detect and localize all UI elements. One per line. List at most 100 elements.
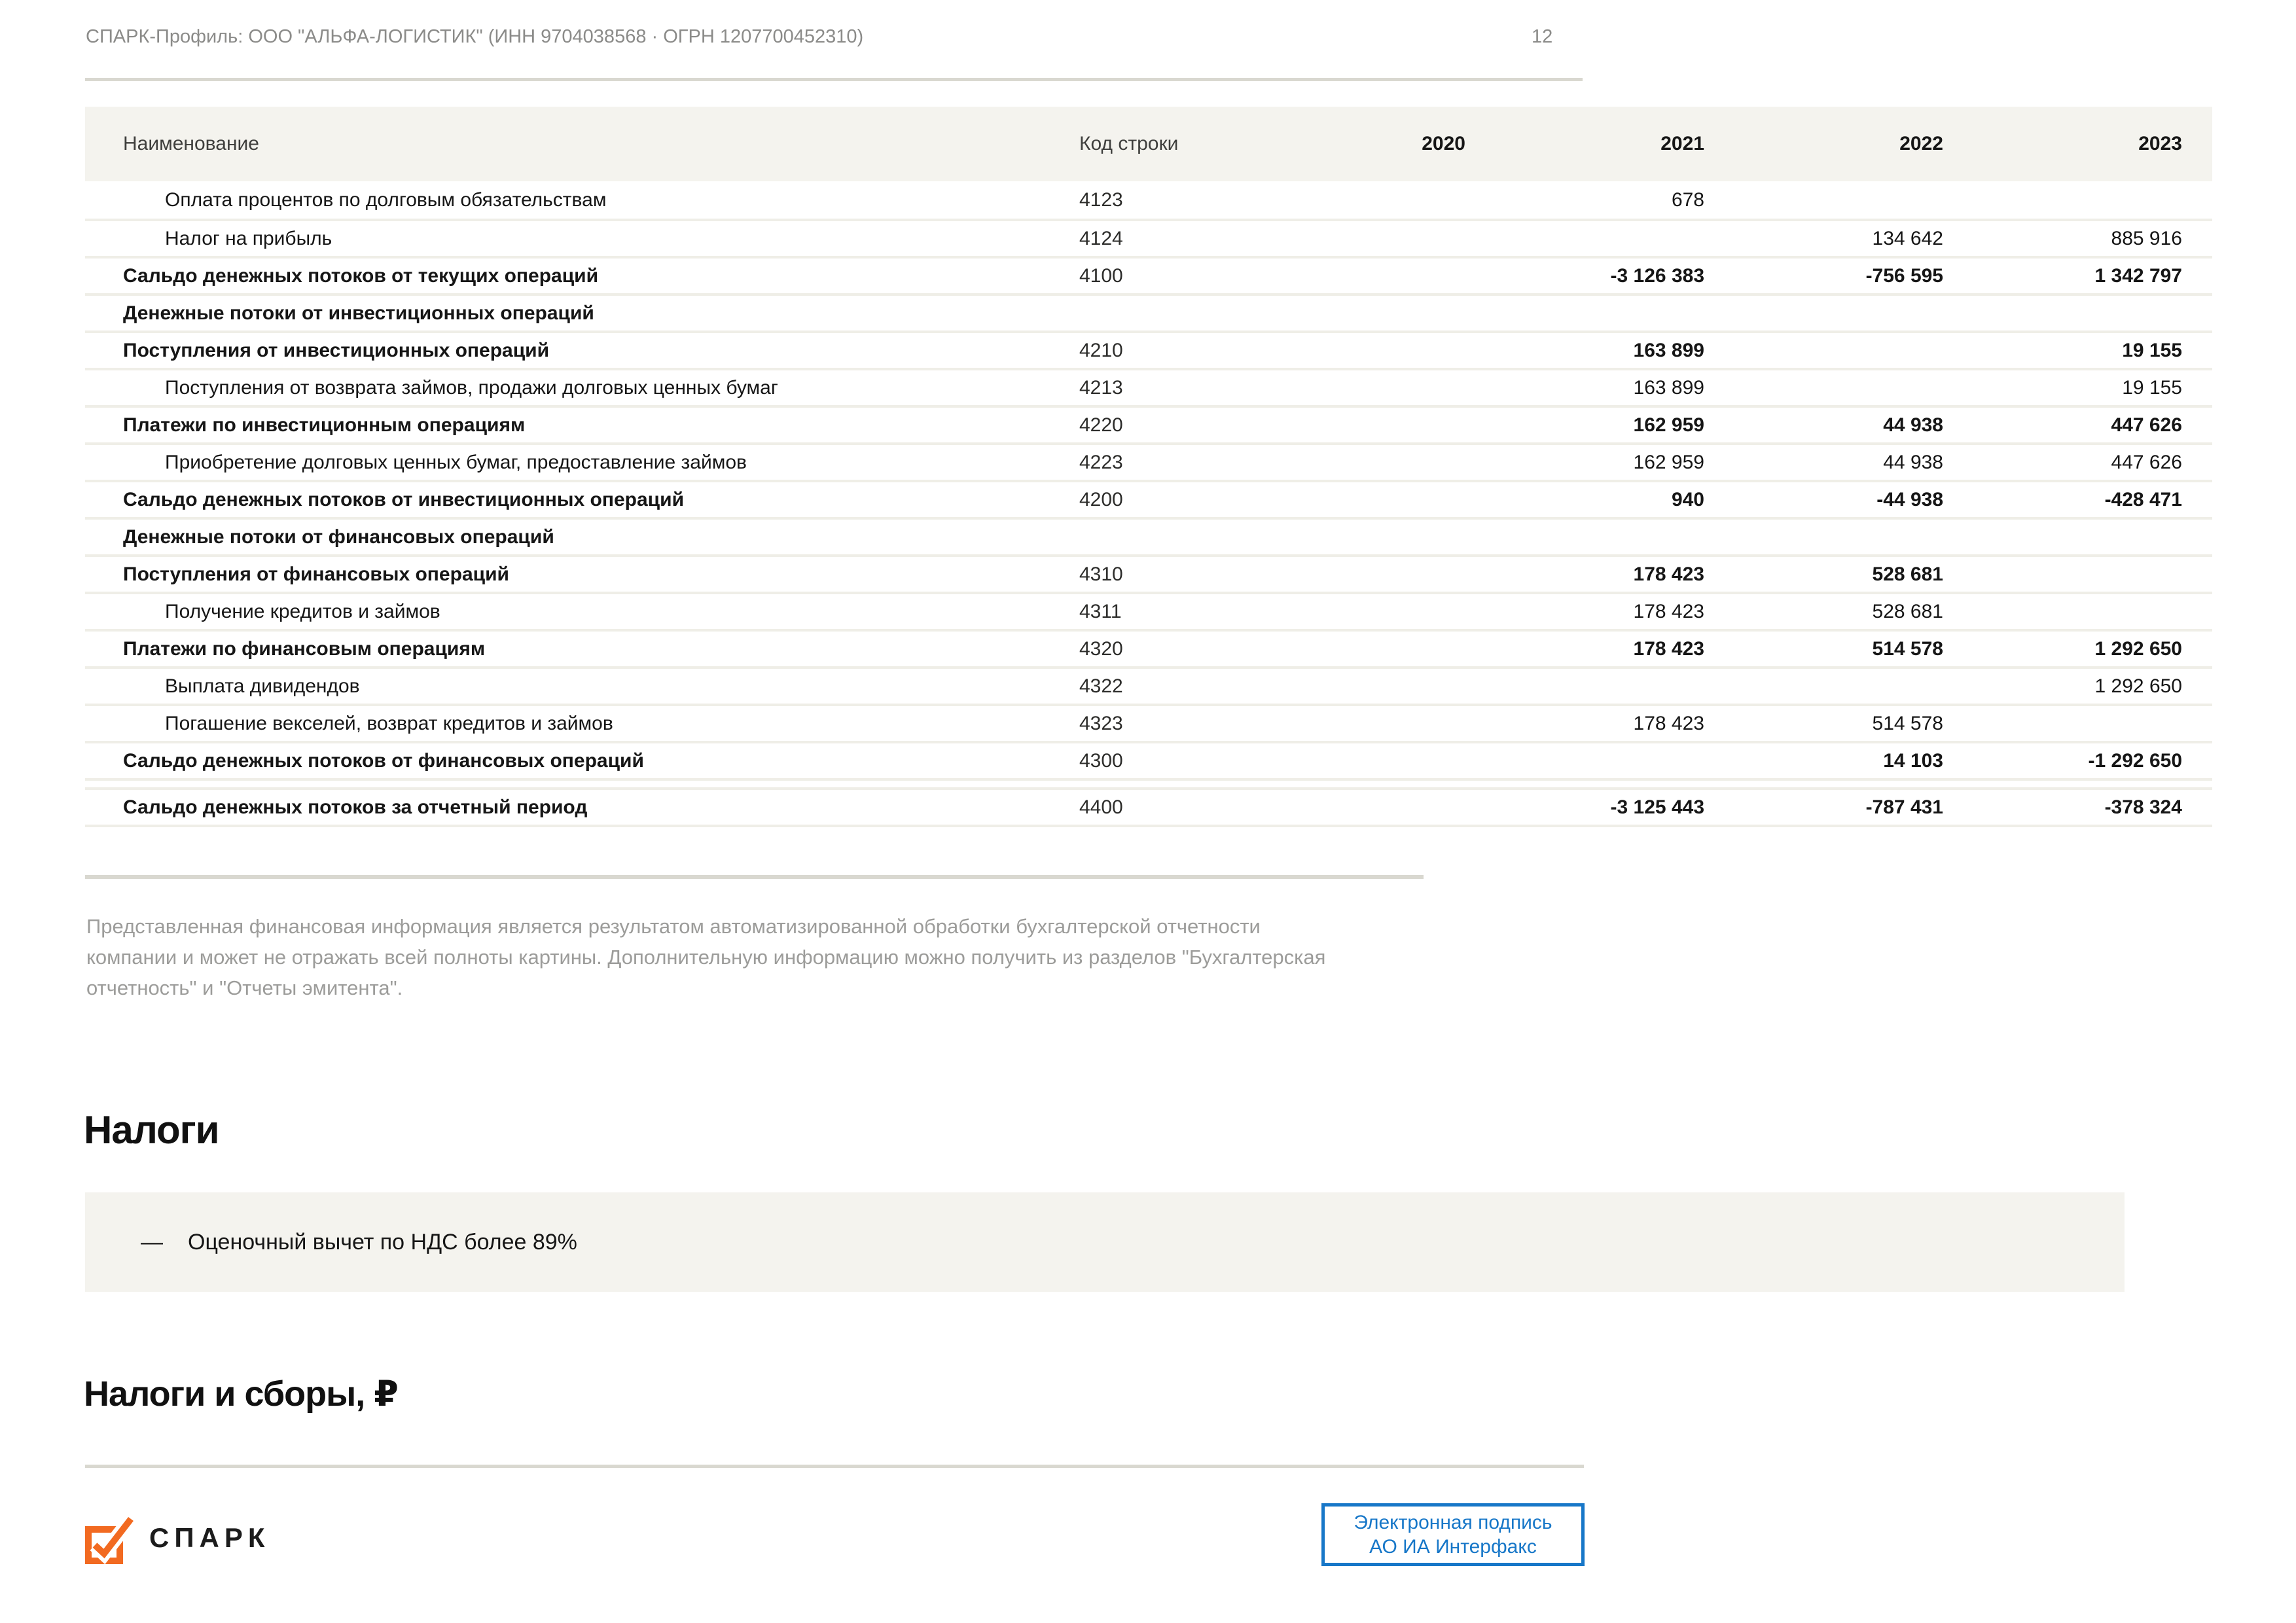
row-value-2023: 1 292 650 (1943, 638, 2182, 660)
row-name: Сальдо денежных потоков от финансовых оп… (85, 750, 1079, 772)
row-code: 4210 (1079, 340, 1227, 362)
table-row: Погашение векселей, возврат кредитов и з… (85, 704, 2212, 741)
row-value-2022: 528 681 (1704, 563, 1943, 586)
row-value-2023: 19 155 (1943, 377, 2182, 399)
taxes-heading: Налоги (84, 1107, 219, 1152)
row-value-2022: 514 578 (1704, 713, 1943, 735)
row-name: Получение кредитов и займов (85, 601, 1079, 623)
row-value-2022: 44 938 (1704, 414, 1943, 437)
col-header-name: Наименование (85, 133, 1079, 155)
row-value-2022: 134 642 (1704, 228, 1943, 250)
row-code: 4213 (1079, 377, 1227, 399)
signature-line1: Электронная подпись (1354, 1510, 1552, 1535)
row-value-2021: 178 423 (1465, 638, 1704, 660)
document-page: СПАРК-Профиль: ООО "АЛЬФА-ЛОГИСТИК" (ИНН… (0, 0, 2296, 1623)
row-name: Налог на прибыль (85, 228, 1079, 250)
table-header-row: Наименование Код строки 2020 2021 2022 2… (85, 107, 2212, 181)
table-row: Денежные потоки от инвестиционных операц… (85, 293, 2212, 330)
table-row: Поступления от возврата займов, продажи … (85, 368, 2212, 405)
row-value-2023: 1 292 650 (1943, 675, 2182, 698)
row-value-2021: 162 959 (1465, 452, 1704, 474)
table-row: Сальдо денежных потоков за отчетный пери… (85, 787, 2212, 825)
row-value-2022: -787 431 (1704, 796, 1943, 819)
table-row: Выплата дивидендов 4322 1 292 650 (85, 666, 2212, 704)
row-value-2021: 162 959 (1465, 414, 1704, 437)
row-value-2021: 178 423 (1465, 713, 1704, 735)
table-row: Платежи по финансовым операциям 4320 178… (85, 629, 2212, 666)
row-code: 4223 (1079, 452, 1227, 474)
cash-flow-table: Наименование Код строки 2020 2021 2022 2… (85, 107, 2212, 827)
row-name: Платежи по финансовым операциям (85, 638, 1079, 660)
doc-header-title: СПАРК-Профиль: ООО "АЛЬФА-ЛОГИСТИК" (ИНН… (86, 26, 863, 48)
row-code: 4311 (1079, 601, 1227, 623)
row-value-2022: -756 595 (1704, 265, 1943, 287)
row-code: 4100 (1079, 265, 1227, 287)
row-value-2022: 14 103 (1704, 750, 1943, 772)
col-header-2022: 2022 (1704, 133, 1943, 155)
row-value-2021: -3 126 383 (1465, 265, 1704, 287)
row-name: Поступления от финансовых операций (85, 563, 1079, 586)
row-name: Выплата дивидендов (85, 675, 1079, 698)
table-bottom-divider (85, 875, 1424, 879)
row-name: Денежные потоки от финансовых операций (85, 526, 1079, 548)
row-value-2023: 19 155 (1943, 340, 2182, 362)
row-value-2023: 885 916 (1943, 228, 2182, 250)
table-body: Оплата процентов по долговым обязательст… (85, 181, 2212, 825)
row-name: Сальдо денежных потоков за отчетный пери… (85, 796, 1079, 819)
row-code: 4320 (1079, 638, 1227, 660)
row-name: Сальдо денежных потоков от текущих опера… (85, 265, 1079, 287)
row-value-2021: 678 (1465, 189, 1704, 211)
vat-note-text: Оценочный вычет по НДС более 89% (188, 1230, 577, 1255)
col-header-code: Код строки (1079, 133, 1227, 155)
table-row: Получение кредитов и займов 4311 178 423… (85, 592, 2212, 629)
table-row: Сальдо денежных потоков от текущих опера… (85, 256, 2212, 293)
row-name: Приобретение долговых ценных бумаг, пред… (85, 452, 1079, 474)
table-gap (85, 778, 2212, 787)
table-row: Приобретение долговых ценных бумаг, пред… (85, 442, 2212, 480)
row-value-2022: 528 681 (1704, 601, 1943, 623)
row-value-2021: 163 899 (1465, 340, 1704, 362)
row-name: Поступления от инвестиционных операций (85, 340, 1079, 362)
disclaimer-text: Представленная финансовая информация явл… (86, 911, 1330, 1003)
header-divider (85, 78, 1583, 81)
row-name: Денежные потоки от инвестиционных операц… (85, 302, 1079, 325)
row-value-2021: 178 423 (1465, 563, 1704, 586)
row-value-2022: 44 938 (1704, 452, 1943, 474)
row-name: Погашение векселей, возврат кредитов и з… (85, 713, 1079, 735)
note-dash-icon: — (141, 1230, 163, 1255)
row-code: 4124 (1079, 228, 1227, 250)
table-row: Денежные потоки от финансовых операций (85, 517, 2212, 554)
row-value-2023: 1 342 797 (1943, 265, 2182, 287)
spark-logo: СПАРК (84, 1510, 270, 1565)
table-row: Платежи по инвестиционным операциям 4220… (85, 405, 2212, 442)
signature-line2: АО ИА Интерфакс (1369, 1535, 1537, 1559)
table-row: Поступления от инвестиционных операций 4… (85, 330, 2212, 368)
row-code: 4123 (1079, 189, 1227, 211)
taxes-fees-heading: Налоги и сборы, ₽ (84, 1373, 398, 1414)
footer-divider (85, 1465, 1584, 1468)
row-code: 4323 (1079, 713, 1227, 735)
table-row: Поступления от финансовых операций 4310 … (85, 554, 2212, 592)
row-value-2021: -3 125 443 (1465, 796, 1704, 819)
row-value-2022: 514 578 (1704, 638, 1943, 660)
row-name: Оплата процентов по долговым обязательст… (85, 189, 1079, 211)
row-value-2021: 178 423 (1465, 601, 1704, 623)
signature-button[interactable]: Электронная подпись АО ИА Интерфакс (1321, 1503, 1585, 1566)
row-code: 4200 (1079, 489, 1227, 511)
row-value-2023: -1 292 650 (1943, 750, 2182, 772)
col-header-2023: 2023 (1943, 133, 2182, 155)
table-row: Оплата процентов по долговым обязательст… (85, 181, 2212, 219)
row-value-2023: -428 471 (1943, 489, 2182, 511)
table-row: Сальдо денежных потоков от инвестиционны… (85, 480, 2212, 517)
row-code: 4400 (1079, 796, 1227, 819)
page-number: 12 (1532, 26, 1552, 48)
spark-checkbox-icon (84, 1510, 139, 1565)
col-header-2020: 2020 (1227, 133, 1465, 155)
col-header-2021: 2021 (1465, 133, 1704, 155)
row-value-2023: -378 324 (1943, 796, 2182, 819)
row-value-2021: 940 (1465, 489, 1704, 511)
row-name: Сальдо денежных потоков от инвестиционны… (85, 489, 1079, 511)
spark-logo-text: СПАРК (149, 1522, 270, 1554)
row-name: Поступления от возврата займов, продажи … (85, 377, 1079, 399)
row-code: 4322 (1079, 675, 1227, 698)
